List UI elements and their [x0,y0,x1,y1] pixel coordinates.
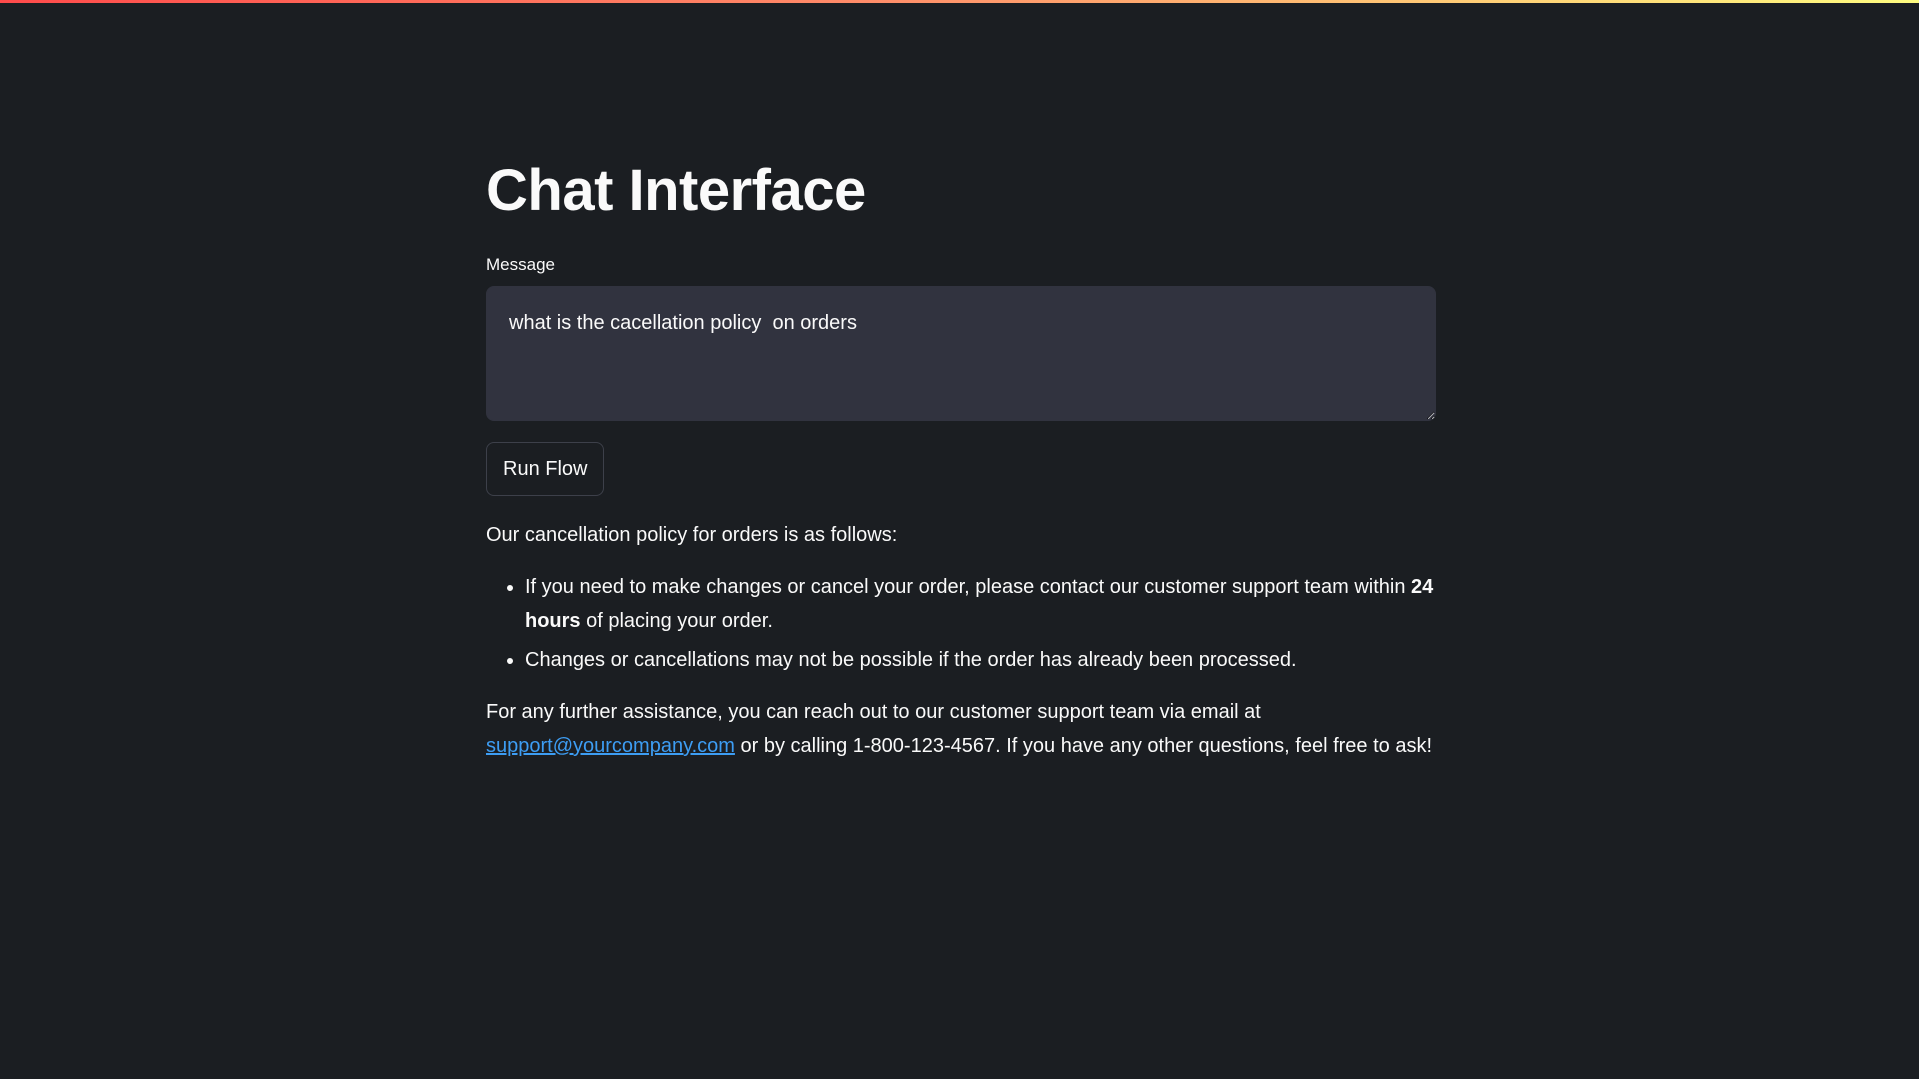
list-item: If you need to make changes or cancel yo… [525,570,1436,638]
response-output: Our cancellation policy for orders is as… [486,518,1436,763]
support-email-link[interactable]: support@yourcompany.com [486,735,735,757]
message-label: Message [486,255,555,274]
list-item: Changes or cancellations may not be poss… [525,643,1436,677]
top-decoration-bar [0,0,1919,3]
message-input[interactable]: what is the cacellation policy on orders [486,286,1436,421]
response-bullet-list: If you need to make changes or cancel yo… [486,570,1436,677]
page-title: Chat Interface [486,158,866,223]
closing-text: For any further assistance, you can reac… [486,701,1261,723]
response-closing: For any further assistance, you can reac… [486,695,1436,763]
run-flow-button[interactable]: Run Flow [486,442,605,496]
bullet-text: of placing your order. [580,610,773,632]
message-field-wrapper: what is the cacellation policy on orders [486,286,1436,421]
closing-text: or by calling 1-800-123-4567. If you hav… [734,735,1433,757]
response-intro: Our cancellation policy for orders is as… [486,524,898,546]
bullet-text: If you need to make changes or cancel yo… [525,576,1412,598]
button-row: Run Flow [486,442,1436,496]
main-content: Chat Interface Message what is the cacel… [486,150,1436,763]
bullet-text: Changes or cancellations may not be poss… [525,649,1297,671]
